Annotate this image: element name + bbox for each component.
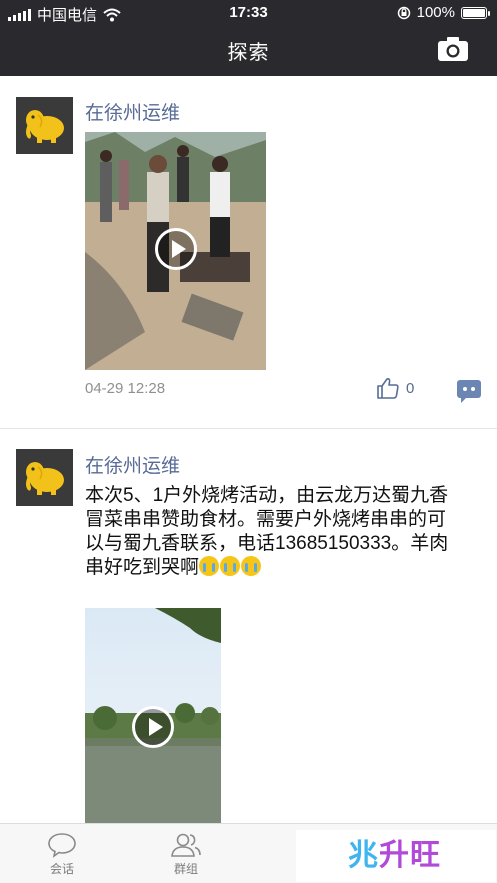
page-title: 探索 (227, 42, 270, 64)
crying-emoji-icon (220, 556, 241, 576)
post-item: 在徐州运维 本次5、1户外烧烤活动，由云龙万达蜀九香冒菜串串赞助食材。需要户外烧… (0, 429, 497, 823)
watermark-text-a: 兆 (348, 839, 379, 872)
post-text: 本次5、1户外烧烤活动，由云龙万达蜀九香冒菜串串赞助食材。需要户外烧烤串串的可以… (85, 485, 449, 578)
crying-emoji-icon (241, 556, 262, 576)
post-content: 本次5、1户外烧烤活动，由云龙万达蜀九香冒菜串串赞助食材。需要户外烧烤串串的可以… (85, 484, 455, 580)
tab-chat-label: 会话 (49, 862, 74, 876)
tab-group[interactable]: 群组 (146, 832, 226, 877)
post-item: 在徐州运维 04-29 12:28 0 (0, 76, 497, 426)
video-thumbnail[interactable] (85, 608, 221, 823)
play-icon[interactable] (132, 706, 174, 748)
watermark-logo: 兆升旺 (296, 830, 496, 882)
thumbs-up-icon (377, 378, 399, 399)
camera-icon[interactable] (437, 36, 469, 62)
comment-icon[interactable] (457, 380, 481, 403)
post-time: 04-29 12:28 (85, 380, 166, 397)
battery-percent: 100% (416, 4, 455, 21)
tab-chat[interactable]: 会话 (22, 832, 102, 877)
status-right: 100% (397, 4, 490, 21)
tab-bar: 会话 群组 兆升旺 (0, 823, 497, 883)
play-icon[interactable] (155, 228, 197, 270)
elephant-icon (26, 110, 64, 143)
like-count: 0 (406, 379, 415, 397)
avatar[interactable] (16, 97, 73, 154)
rotation-lock-icon (397, 6, 410, 19)
feed-list[interactable]: 在徐州运维 04-29 12:28 0 在徐州运维 本次5、1户外烧烤活动，由云… (0, 76, 497, 823)
crying-emoji-icon (199, 556, 220, 576)
group-icon (171, 833, 201, 857)
chat-bubble-icon (48, 833, 76, 858)
tab-group-label: 群组 (173, 862, 198, 876)
author-name[interactable]: 在徐州运维 (85, 451, 180, 478)
watermark-text-b: 升旺 (379, 839, 441, 872)
battery-icon (461, 6, 490, 19)
author-name[interactable]: 在徐州运维 (85, 98, 180, 125)
avatar[interactable] (16, 449, 73, 506)
like-button[interactable]: 0 (376, 376, 414, 400)
status-bar: 中国电信 17:33 100% (0, 0, 497, 26)
nav-bar: 探索 (0, 26, 497, 76)
elephant-icon (26, 462, 64, 495)
video-thumbnail[interactable] (85, 132, 266, 370)
